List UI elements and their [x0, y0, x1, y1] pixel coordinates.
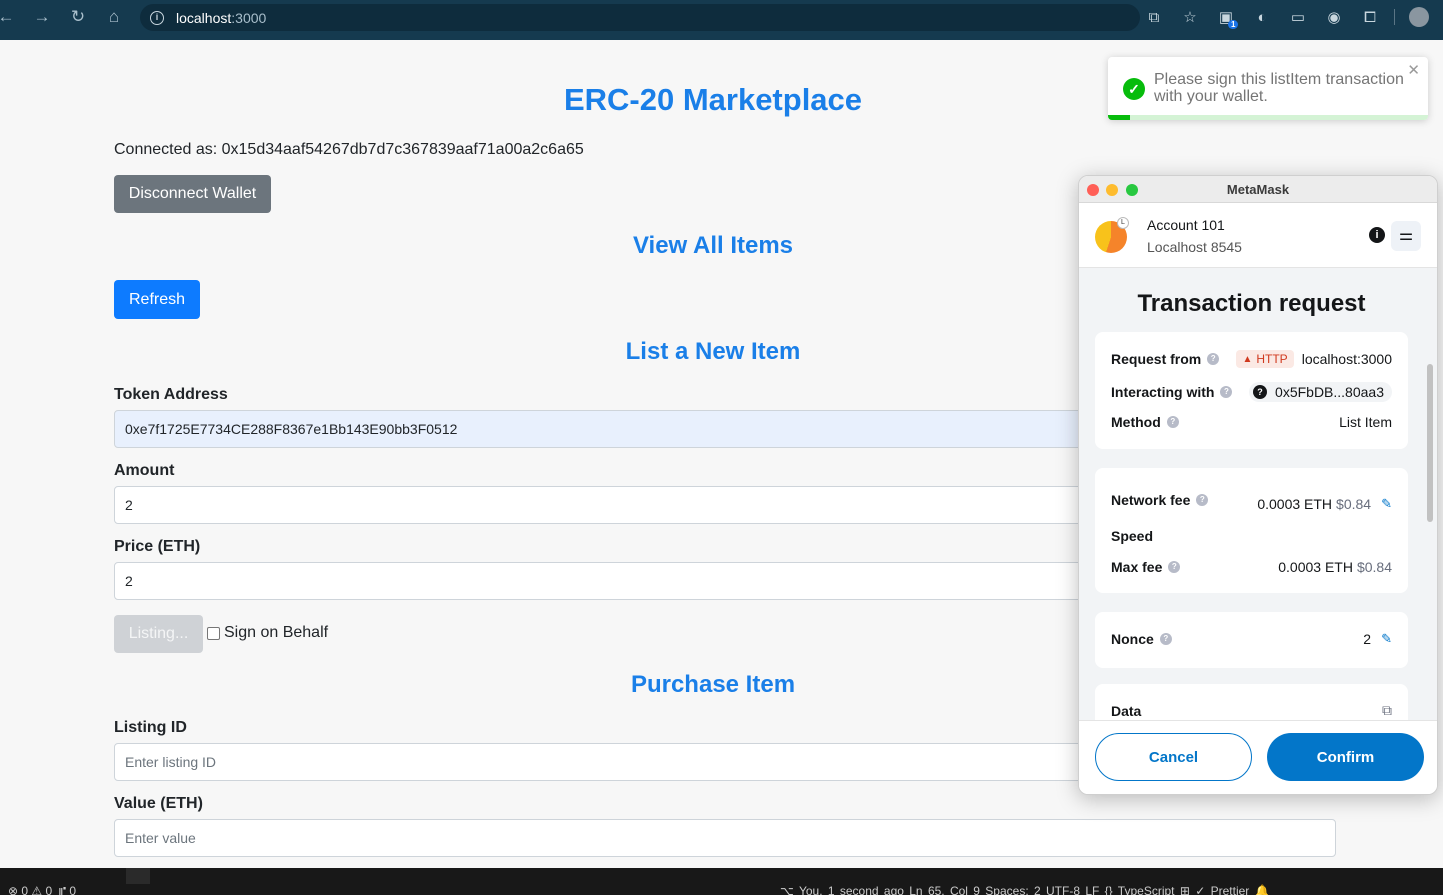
- network-fee-row: Network fee ? 0.0003 ETH $0.84 ✎: [1111, 488, 1392, 512]
- price-label: Price (ETH): [114, 538, 201, 555]
- connected-address: 0x15d34aaf54267db7d7c367839aaf71a00a2c6a…: [221, 141, 584, 158]
- method-row: Method ? List Item: [1111, 414, 1392, 430]
- metamask-window: MetaMask L Account 101 Localhost 8545 i …: [1078, 175, 1438, 795]
- toast-progress-fill: [1108, 115, 1131, 120]
- request-from-label: Request from: [1111, 351, 1202, 367]
- toast-message: Please sign this listItem transaction wi…: [1154, 71, 1404, 105]
- max-fee-eth: 0.0003 ETH: [1278, 559, 1353, 575]
- contract-address-pill[interactable]: ? 0x5FbDB...80aa3: [1249, 382, 1392, 402]
- home-icon[interactable]: ⌂: [96, 7, 132, 27]
- amount-label: Amount: [114, 462, 175, 479]
- transaction-body: Transaction request Request from ? ▲ HTTP…: [1079, 268, 1437, 720]
- edit-nonce-icon[interactable]: ✎: [1381, 631, 1392, 647]
- sign-on-behalf-label: Sign on Behalf: [224, 624, 329, 641]
- nonce-value: 2: [1363, 631, 1372, 647]
- unknown-contract-icon: ?: [1253, 385, 1268, 399]
- network-fee-usd: $0.84: [1336, 496, 1372, 512]
- listing-id-label: Listing ID: [114, 719, 187, 736]
- confirm-button[interactable]: Confirm: [1267, 733, 1424, 781]
- status-tab-stub: [126, 868, 150, 884]
- status-problems[interactable]: ⊗ 0 ⚠ 0 ⑈ 0: [8, 884, 76, 895]
- method-label: Method: [1111, 414, 1161, 430]
- interacting-with-row: Interacting with ? ? 0x5FbDB...80aa3: [1111, 382, 1392, 402]
- data-row: Data ⧉: [1111, 702, 1392, 719]
- metamask-window-title: MetaMask: [1226, 182, 1290, 197]
- nonce-label: Nonce: [1111, 631, 1154, 647]
- interacting-with-label: Interacting with: [1111, 384, 1215, 400]
- network-fee-eth: 0.0003 ETH: [1257, 496, 1333, 512]
- reload-icon[interactable]: ↻: [60, 7, 96, 27]
- toast-progress-bar: [1108, 115, 1428, 120]
- account-network-badge: L: [1117, 217, 1129, 229]
- disconnect-wallet-button[interactable]: Disconnect Wallet: [114, 175, 271, 213]
- edit-fee-icon[interactable]: ✎: [1381, 496, 1392, 512]
- help-icon[interactable]: ?: [1166, 416, 1179, 428]
- status-right-items[interactable]: ⌥ You, 1 second ago Ln 65, Col 9 Spaces:…: [780, 884, 1270, 895]
- profile-avatar[interactable]: [1409, 7, 1429, 27]
- request-details-card: Request from ? ▲ HTTP localhost:3000 Inte…: [1095, 332, 1408, 449]
- cancel-button[interactable]: Cancel: [1095, 733, 1252, 781]
- network-fee-label: Network fee: [1111, 492, 1191, 508]
- value-input[interactable]: Enter value: [114, 819, 1336, 857]
- bookmark-star-icon[interactable]: ☆: [1172, 8, 1208, 26]
- scrollbar-thumb[interactable]: [1427, 364, 1433, 522]
- help-icon[interactable]: ?: [1207, 353, 1220, 365]
- value-label: Value (ETH): [114, 795, 203, 812]
- nonce-row: Nonce ? 2 ✎: [1111, 631, 1392, 647]
- toolbar-divider: [1394, 9, 1395, 25]
- back-icon[interactable]: ←: [0, 7, 24, 27]
- request-from-row: Request from ? ▲ HTTP localhost:3000: [1111, 350, 1392, 368]
- metamask-titlebar: MetaMask: [1079, 176, 1437, 203]
- connected-status: Connected as: 0x15d34aaf54267db7d7c36783…: [114, 141, 584, 158]
- token-address-label: Token Address: [114, 386, 228, 403]
- max-fee-row: Max fee ? 0.0003 ETH $0.84: [1111, 559, 1392, 575]
- warning-icon: ▲: [1242, 353, 1253, 365]
- install-app-icon[interactable]: ⧉: [1136, 9, 1172, 26]
- address-bar[interactable]: i localhost:3000: [140, 4, 1140, 31]
- transaction-request-title: Transaction request: [1137, 290, 1366, 317]
- success-check-icon: ✓: [1123, 78, 1145, 100]
- status-ports: ⑈ 0: [58, 884, 77, 895]
- extension-icon[interactable]: ▣ 1: [1208, 8, 1244, 29]
- nonce-card: Nonce ? 2 ✎: [1095, 612, 1408, 668]
- data-label: Data: [1111, 702, 1142, 719]
- request-from-value: localhost:3000: [1301, 351, 1392, 367]
- account-network: Localhost 8545: [1147, 239, 1242, 255]
- fee-card: Network fee ? 0.0003 ETH $0.84 ✎ Speed M…: [1095, 468, 1408, 593]
- extension-globe-icon[interactable]: ◉: [1316, 8, 1352, 26]
- forward-icon[interactable]: →: [24, 7, 60, 27]
- browser-toolbar: ← → ↻ ⌂ i localhost:3000 ⧉ ☆ ▣ 1 ◐ ▭ ◉ ⧠: [0, 0, 1443, 40]
- method-value: List Item: [1339, 414, 1392, 430]
- max-fee-usd: $0.84: [1356, 559, 1392, 575]
- action-footer: Cancel Confirm: [1079, 720, 1437, 794]
- sign-on-behalf-row: Sign on Behalf: [207, 624, 328, 642]
- info-icon[interactable]: i: [1369, 227, 1385, 243]
- extension-screen-icon[interactable]: ▭: [1280, 8, 1316, 26]
- help-icon[interactable]: ?: [1196, 494, 1209, 506]
- help-icon[interactable]: ?: [1159, 633, 1172, 645]
- help-icon[interactable]: ?: [1220, 386, 1233, 398]
- extension-fox-icon[interactable]: ◐: [1244, 9, 1280, 26]
- site-info-icon[interactable]: i: [150, 10, 164, 25]
- speed-row: Speed: [1111, 528, 1392, 544]
- sign-toast: ✓ Please sign this listItem transaction …: [1108, 57, 1428, 120]
- copy-data-icon[interactable]: ⧉: [1382, 702, 1392, 719]
- extensions-puzzle-icon[interactable]: ⧠: [1352, 9, 1388, 26]
- sign-on-behalf-checkbox[interactable]: [207, 626, 220, 640]
- editor-status-bar: ⊗ 0 ⚠ 0 ⑈ 0 ⌥ You, 1 second ago Ln 65, C…: [0, 868, 1443, 895]
- url-text: localhost:3000: [176, 9, 267, 26]
- max-fee-label: Max fee: [1111, 559, 1163, 575]
- toast-close-icon[interactable]: ✕: [1407, 61, 1420, 79]
- refresh-button[interactable]: Refresh: [114, 280, 200, 319]
- data-card: Data ⧉: [1095, 684, 1408, 720]
- speed-label: Speed: [1111, 528, 1154, 544]
- advanced-settings-icon[interactable]: ⚌: [1391, 221, 1421, 251]
- help-icon[interactable]: ?: [1168, 561, 1181, 573]
- account-name: Account 101: [1147, 217, 1225, 233]
- http-warning-tag: ▲ HTTP: [1236, 350, 1294, 368]
- listing-button[interactable]: Listing...: [114, 615, 203, 653]
- account-header: L Account 101 Localhost 8545 i ⚌: [1079, 203, 1437, 268]
